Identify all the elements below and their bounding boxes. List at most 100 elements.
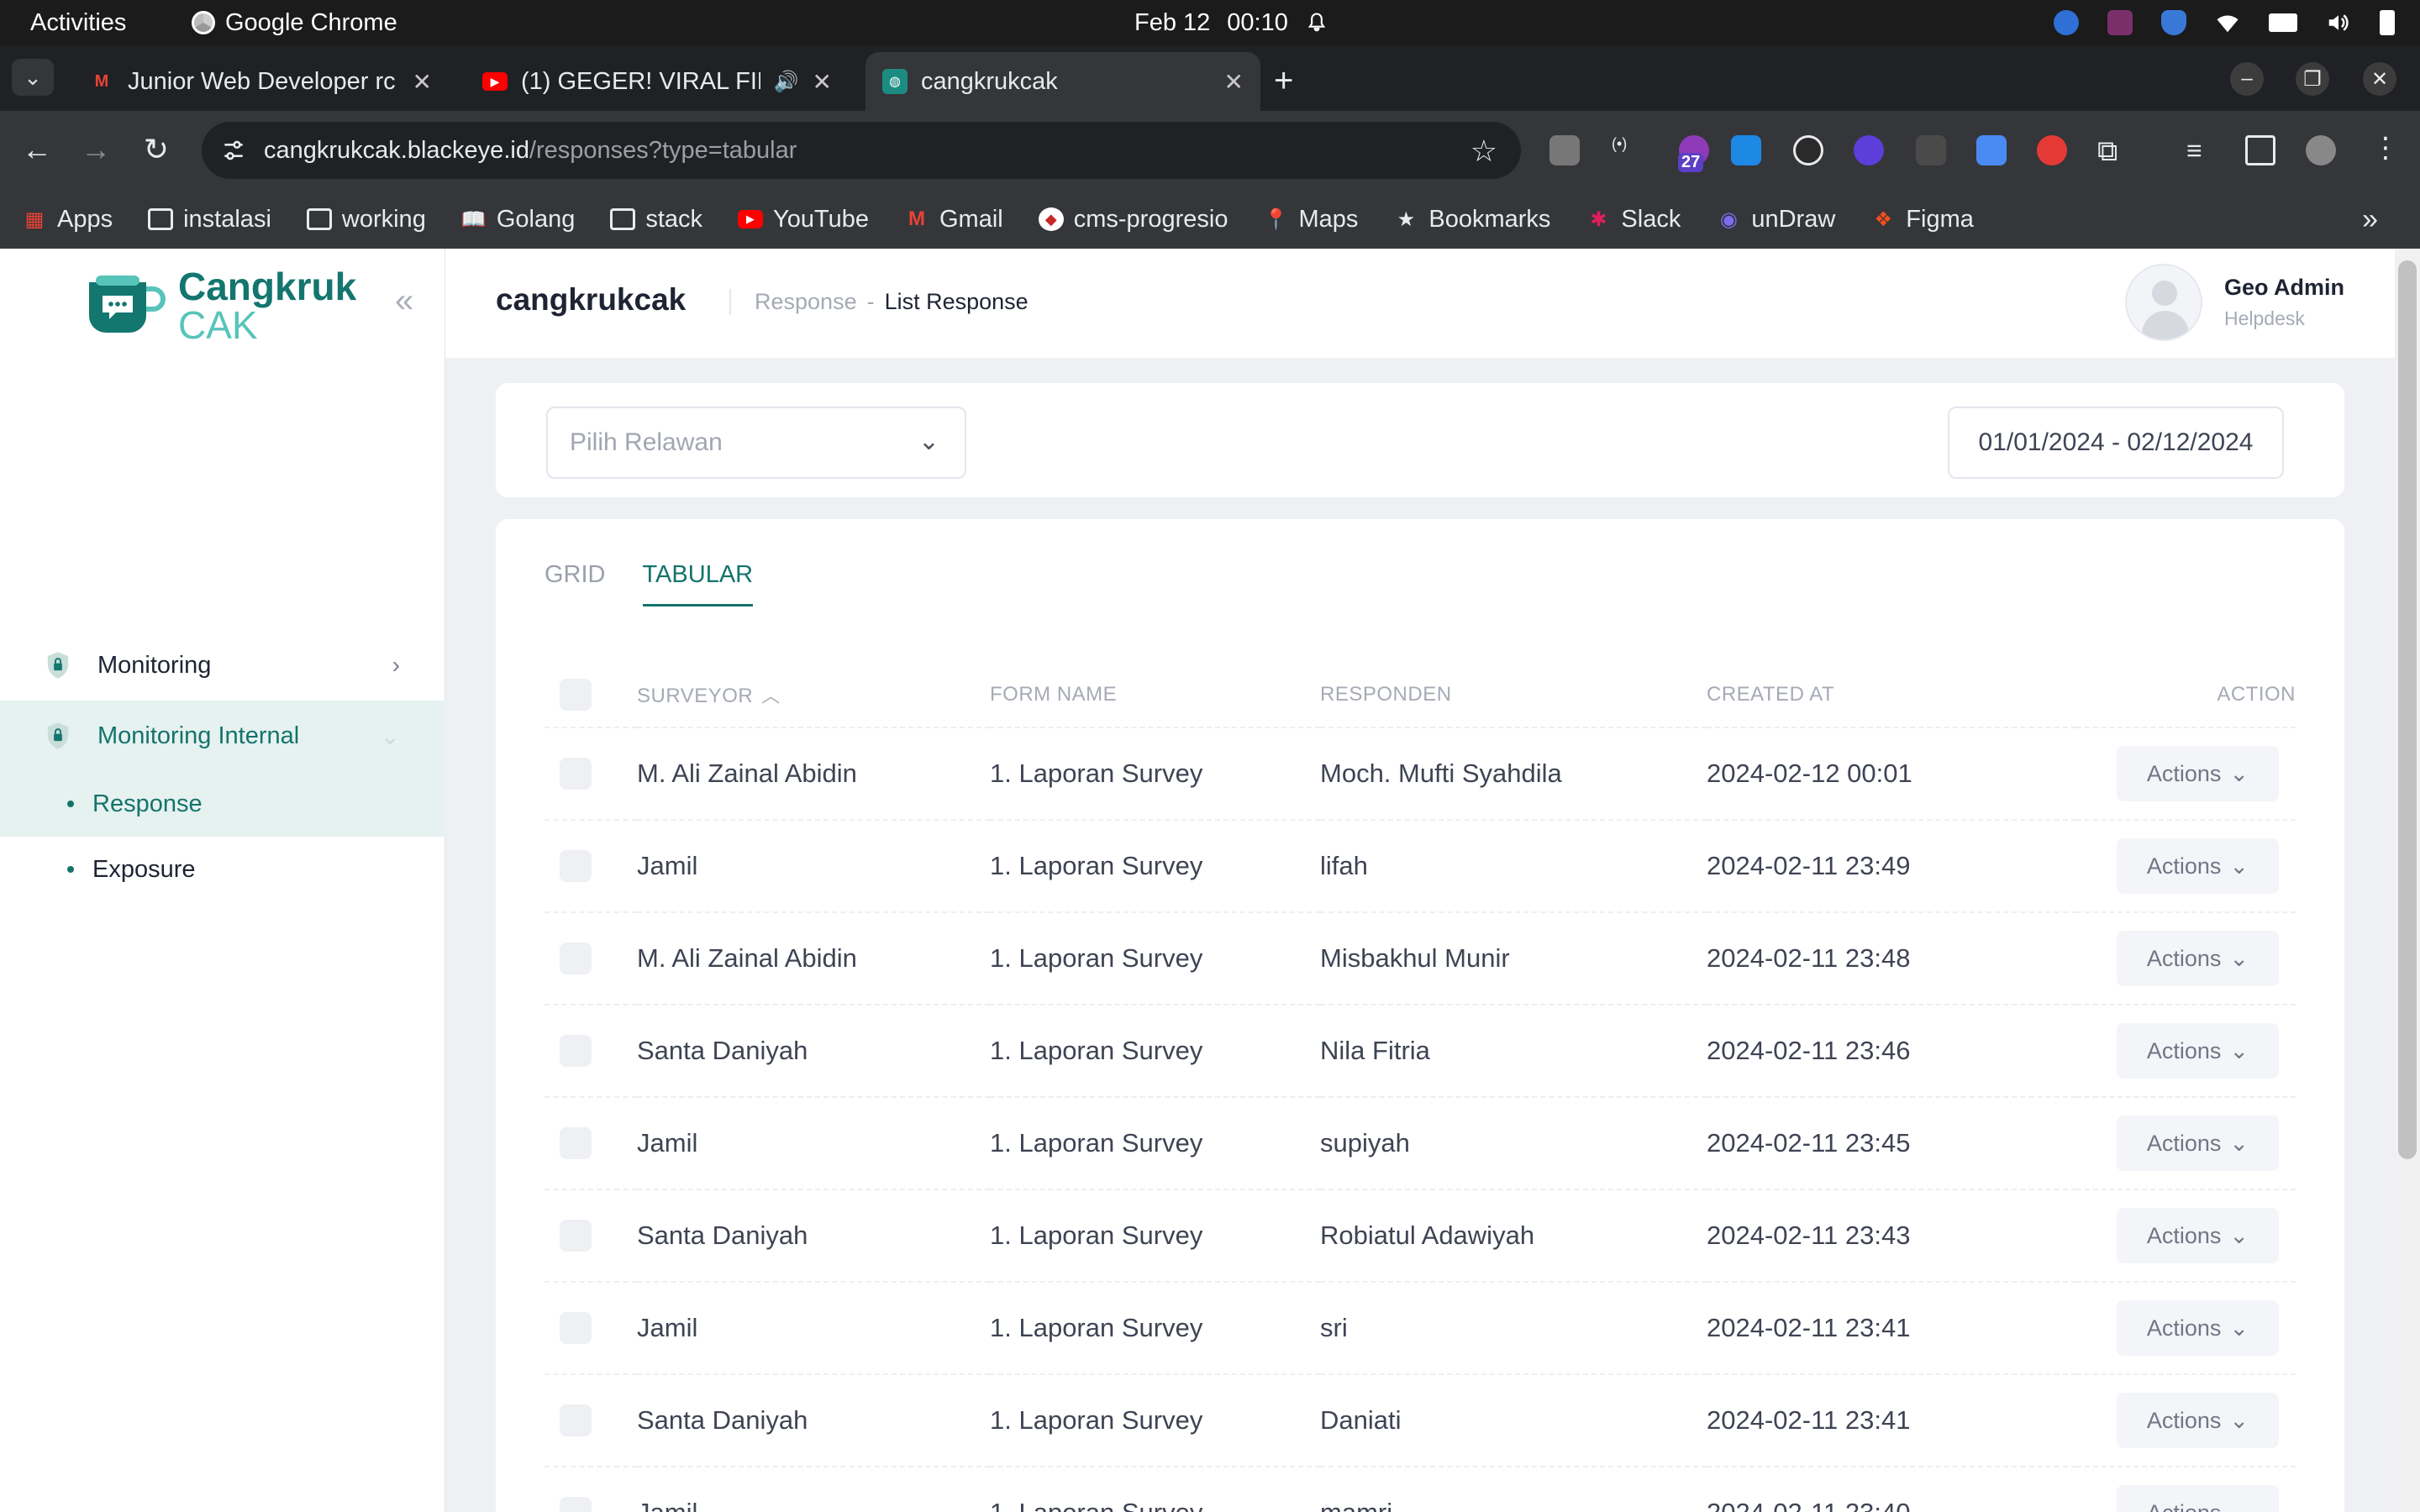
row-checkbox[interactable]	[560, 1404, 592, 1436]
column-header-responden: RESPONDEN	[1320, 662, 1707, 728]
extension-icon[interactable]	[2037, 135, 2067, 165]
tab-gmail[interactable]: M Junior Web Developer rc ✕	[72, 52, 449, 111]
bookmark-youtube[interactable]: ▶ YouTube	[738, 206, 869, 234]
tab-grid[interactable]: GRID	[544, 561, 606, 606]
minimize-button[interactable]: –	[2230, 62, 2264, 96]
bookmark-figma[interactable]: ❖ Figma	[1870, 206, 1974, 234]
tab-cangkrukcak[interactable]: ◍ cangkrukcak ✕	[865, 52, 1260, 111]
chevron-down-icon: ⌄	[2229, 1315, 2249, 1341]
browser-toolbar: ← → ↻ cangkrukcak.blackeye.id/responses?…	[0, 111, 2420, 190]
bookmark-golang[interactable]: 📖 Golang	[461, 206, 575, 234]
speaker-icon[interactable]: 🔊	[774, 70, 799, 94]
cell-created-at: 2024-02-11 23:43	[1707, 1189, 2076, 1283]
column-header-surveyor[interactable]: SURVEYOR ︿	[637, 662, 990, 728]
actions-button[interactable]: Actions ⌄	[2116, 1023, 2279, 1079]
shield-icon[interactable]	[2161, 10, 2186, 35]
row-checkbox[interactable]	[560, 942, 592, 974]
row-checkbox[interactable]	[560, 850, 592, 882]
bookmark-bookmarks[interactable]: ★ Bookmarks	[1393, 206, 1551, 234]
logo-main: Cangkruk	[178, 265, 357, 308]
chevron-down-icon: ⌄	[380, 722, 400, 749]
row-checkbox[interactable]	[560, 1035, 592, 1067]
site-settings-icon[interactable]	[220, 137, 247, 164]
actions-button[interactable]: Actions ⌄	[2116, 1393, 2279, 1448]
app-menu[interactable]: Google Chrome	[192, 9, 397, 37]
table-row: Jamil 1. Laporan Survey lifah 2024-02-11 23…	[544, 820, 2296, 913]
close-tab-icon[interactable]: ✕	[813, 68, 832, 96]
actions-button[interactable]: Actions ⌄	[2116, 931, 2279, 986]
more-bookmarks-icon[interactable]: »	[2362, 203, 2378, 236]
actions-button[interactable]: Actions ⌄	[2116, 1208, 2279, 1263]
extension-icon[interactable]	[1916, 135, 1946, 165]
page-scrollbar-thumb[interactable]	[2398, 260, 2417, 1159]
extension-icon[interactable]	[1976, 135, 2007, 165]
forward-button[interactable]: →	[76, 129, 116, 170]
reload-button[interactable]: ↻	[136, 129, 176, 170]
close-tab-icon[interactable]: ✕	[413, 68, 432, 96]
address-bar[interactable]: cangkrukcak.blackeye.id/responses?type=t…	[202, 122, 1521, 179]
activities-button[interactable]: Activities	[30, 9, 126, 37]
select-all-checkbox[interactable]	[560, 678, 592, 711]
bookmark-working[interactable]: working	[306, 206, 426, 234]
new-tab-button[interactable]: +	[1274, 62, 1293, 100]
actions-button[interactable]: Actions ⌄	[2116, 1300, 2279, 1356]
responses-table: SURVEYOR ︿ FORM NAME RESPONDEN CREATED AT…	[544, 662, 2296, 1512]
row-checkbox[interactable]	[560, 758, 592, 790]
bookmark-undraw[interactable]: ◉ unDraw	[1716, 206, 1835, 234]
bookmark-maps[interactable]: 📍 Maps	[1263, 206, 1359, 234]
breadcrumb-parent[interactable]: Response	[755, 289, 857, 315]
actions-button[interactable]: Actions ⌄	[2116, 1116, 2279, 1171]
bookmark-label: Gmail	[939, 205, 1003, 233]
row-checkbox[interactable]	[560, 1497, 592, 1512]
back-button[interactable]: ←	[17, 129, 57, 170]
bookmark-instalasi[interactable]: instalasi	[148, 206, 271, 234]
actions-button[interactable]: Actions ⌄	[2116, 838, 2279, 894]
extension-icon[interactable]	[1731, 135, 1761, 165]
profile-avatar[interactable]	[2306, 135, 2336, 165]
tab-youtube[interactable]: ▶ (1) GEGER! VIRAL FILM 🔊 ✕	[466, 52, 849, 111]
media-control-icon[interactable]: ≡	[2186, 135, 2217, 165]
bookmark-slack[interactable]: ✱ Slack	[1586, 206, 1681, 234]
maximize-button[interactable]: ❐	[2296, 62, 2329, 96]
chrome-icon	[192, 11, 215, 34]
bookmark-star-icon[interactable]: ☆	[1470, 134, 1497, 169]
row-checkbox[interactable]	[560, 1127, 592, 1159]
sidebar-subitem-exposure[interactable]: Exposure	[0, 837, 445, 902]
close-window-button[interactable]: ✕	[2363, 62, 2396, 96]
bookmark-stack[interactable]: stack	[610, 206, 702, 234]
tray-app-icon[interactable]	[2054, 10, 2079, 35]
app-logo[interactable]: Cangkruk CAK	[79, 267, 356, 344]
row-checkbox[interactable]	[560, 1312, 592, 1344]
tray-app-icon[interactable]	[2107, 10, 2133, 35]
actions-button[interactable]: Actions ⌄	[2116, 1485, 2279, 1512]
close-tab-icon[interactable]: ✕	[1224, 68, 1244, 96]
user-role: Helpdesk	[2223, 307, 2305, 329]
bookmark-apps[interactable]: ▦ Apps	[22, 206, 113, 234]
bookmark-gmail[interactable]: M Gmail	[904, 206, 1003, 234]
sidebar-subitem-response[interactable]: Response	[0, 771, 445, 837]
row-checkbox[interactable]	[560, 1220, 592, 1252]
relawan-select[interactable]: Pilih Relawan ⌄	[546, 407, 966, 479]
clock[interactable]: Feb 12 00:10	[1134, 9, 1328, 37]
tab-title: Junior Web Developer rc	[128, 67, 396, 95]
extension-icon[interactable]	[1793, 135, 1823, 165]
menu-kebab-icon[interactable]: ⋮	[2371, 134, 2402, 165]
collapse-sidebar-icon[interactable]: «	[395, 282, 413, 320]
sidebar-item-monitoring-internal[interactable]: Monitoring Internal ⌄	[0, 701, 445, 771]
system-tray[interactable]	[2054, 10, 2395, 35]
youtube-icon: ▶	[738, 210, 764, 228]
extension-icon[interactable]	[1549, 135, 1580, 165]
avatar[interactable]	[2124, 264, 2202, 341]
side-panel-icon[interactable]	[2245, 135, 2275, 165]
extension-icon[interactable]	[1854, 135, 1884, 165]
date-range-input[interactable]: 01/01/2024 - 02/12/2024	[1948, 407, 2284, 479]
sidebar-item-monitoring[interactable]: Monitoring ›	[0, 630, 445, 701]
extension-icon[interactable]: (•)	[1612, 135, 1642, 165]
logo-cup-icon	[89, 276, 166, 333]
extensions-puzzle-icon[interactable]: ⧉	[2097, 135, 2128, 167]
bookmark-cms-progresio[interactable]: ◆ cms-progresio	[1038, 206, 1228, 234]
tab-tabular[interactable]: TABULAR	[642, 561, 754, 606]
actions-button[interactable]: Actions ⌄	[2116, 746, 2279, 801]
tab-search-button[interactable]: ⌄	[12, 59, 54, 96]
user-menu[interactable]: Geo Admin Helpdesk	[2124, 264, 2344, 341]
